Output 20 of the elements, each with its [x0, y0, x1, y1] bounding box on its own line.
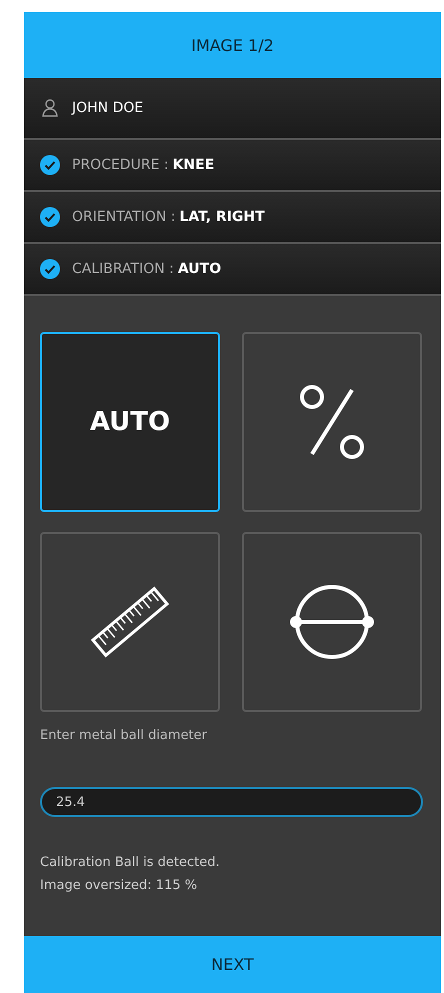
summary-value: AUTO [178, 261, 222, 277]
summary-value: KNEE [172, 157, 214, 173]
summary-label: PROCEDURE : [72, 157, 169, 173]
patient-name: JOHN DOE [72, 100, 144, 116]
status-message: Calibration Ball is detected. [40, 855, 221, 870]
summary-label: ORIENTATION : [72, 209, 176, 225]
method-tile[interactable] [242, 332, 422, 512]
diameter-field[interactable]: 25.4 [40, 787, 423, 817]
status-message: Image oversized: 115 % [40, 878, 198, 893]
method-tile[interactable] [242, 532, 422, 712]
summary-label: CALIBRATION : [72, 261, 174, 277]
person-icon [40, 98, 60, 118]
field-label: Enter metal ball diameter [39, 727, 208, 743]
ball-icon [287, 582, 377, 662]
summary-value: LAT, RIGHT [180, 209, 265, 225]
method-tile[interactable]: AUTO [40, 332, 220, 512]
next-button[interactable]: NEXT [24, 936, 441, 993]
percent-icon [297, 382, 367, 462]
screen-title: IMAGE 1/2 [191, 36, 274, 54]
method-tile[interactable] [40, 532, 220, 712]
